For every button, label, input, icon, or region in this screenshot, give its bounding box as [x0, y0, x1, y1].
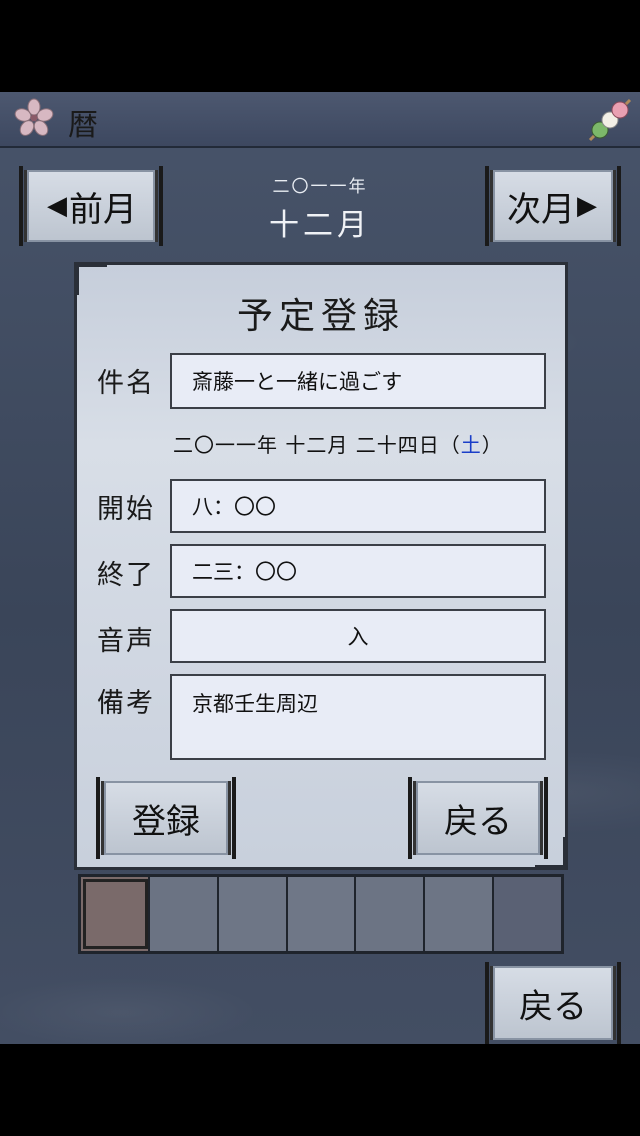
- color-swatch[interactable]: [149, 877, 219, 951]
- color-swatch[interactable]: [356, 877, 426, 951]
- next-month-label: 次月: [507, 189, 575, 230]
- back-button[interactable]: 戻る: [485, 962, 621, 1044]
- schedule-dialog: 予定登録 件名 斎藤一と一緒に過ごす 二〇一一年 十二月 二十四日（土） 開始 …: [74, 262, 568, 870]
- color-swatch[interactable]: [287, 877, 357, 951]
- register-button[interactable]: 登録: [96, 777, 236, 859]
- weekday-text: 土: [460, 433, 482, 457]
- sound-label: 音声: [97, 626, 155, 657]
- dango-icon[interactable]: [584, 94, 636, 144]
- prev-month-label: 前月: [69, 189, 137, 230]
- date-display: 二〇一一年 十二月 二十四日（土）: [173, 429, 503, 458]
- color-swatch[interactable]: [494, 877, 562, 951]
- color-swatch[interactable]: [81, 877, 150, 951]
- header-bar: 暦: [0, 92, 640, 148]
- subject-label: 件名: [97, 368, 155, 399]
- sakura-icon: [14, 98, 54, 136]
- date-text: 二〇一一年 十二月 二十四日（: [173, 433, 461, 457]
- color-swatch[interactable]: [218, 877, 288, 951]
- back-label: 戻る: [519, 986, 587, 1027]
- date-close: ）: [481, 433, 503, 457]
- triangle-right-icon: ▶: [577, 191, 597, 221]
- notes-label: 備考: [97, 688, 155, 719]
- year-label: 二〇一一年: [272, 177, 368, 197]
- color-picker: [78, 874, 564, 954]
- subject-field[interactable]: 斎藤一と一緒に過ごす: [170, 353, 546, 409]
- register-label: 登録: [132, 801, 200, 842]
- month-label: 十二月: [269, 208, 371, 243]
- app-title: 暦: [68, 108, 98, 143]
- start-time-field[interactable]: 八：〇〇: [170, 479, 546, 533]
- dialog-back-button[interactable]: 戻る: [408, 777, 548, 859]
- dialog-back-label: 戻る: [444, 801, 512, 842]
- end-time-field[interactable]: 二三：〇〇: [170, 544, 546, 598]
- notes-field[interactable]: 京都壬生周辺: [170, 674, 546, 760]
- end-label: 終了: [97, 560, 155, 591]
- sound-toggle[interactable]: 入: [170, 609, 546, 663]
- app-screen: 暦 ◀ 前月 二〇一一年 十二月 次月 ▶ 予定登録 件名 斎藤一と一緒に過ごす…: [0, 92, 640, 1044]
- dialog-title: 予定登録: [236, 296, 405, 337]
- triangle-left-icon: ◀: [47, 191, 67, 221]
- color-swatch[interactable]: [425, 877, 495, 951]
- prev-month-button[interactable]: ◀ 前月: [19, 166, 163, 246]
- next-month-button[interactable]: 次月 ▶: [485, 166, 621, 246]
- start-label: 開始: [97, 494, 155, 525]
